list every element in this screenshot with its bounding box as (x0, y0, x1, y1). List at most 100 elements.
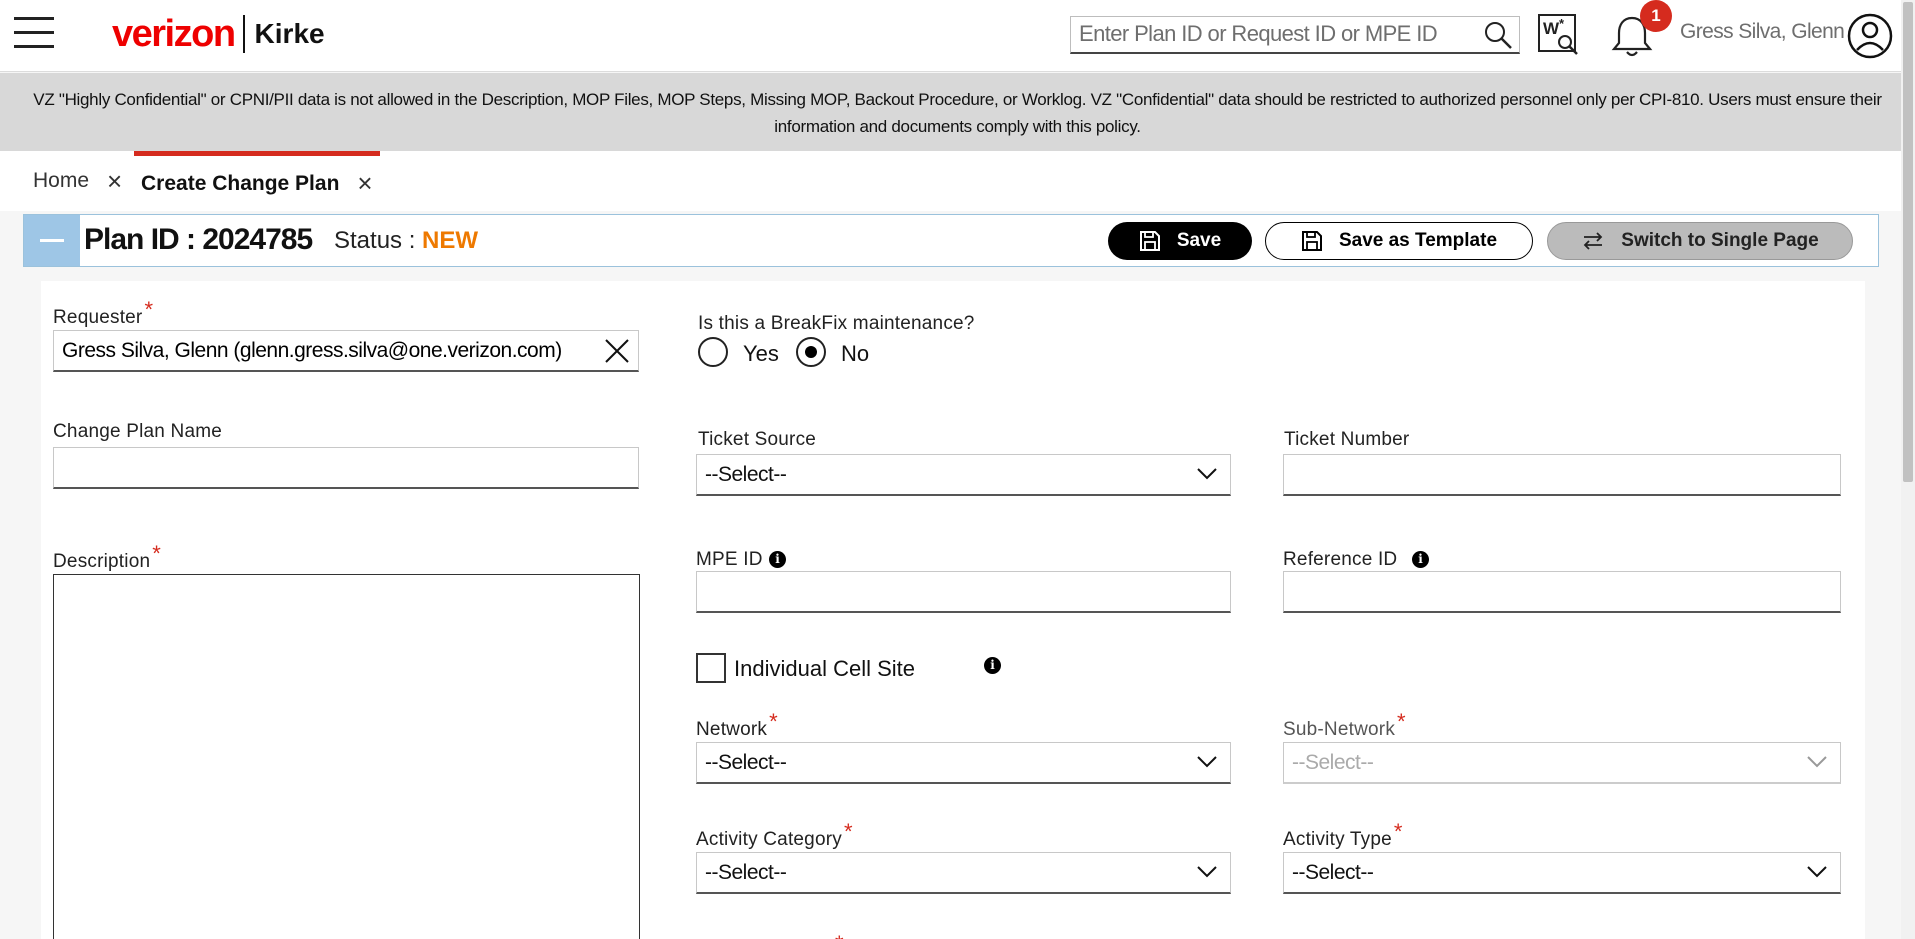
breakfix-no-radio[interactable] (796, 337, 826, 367)
scrollbar-thumb[interactable] (1903, 2, 1913, 482)
required-mark: * (843, 819, 853, 844)
tab-home[interactable]: Home × (33, 151, 122, 211)
tab-create-label: Create Change Plan (141, 171, 340, 195)
save-button[interactable]: Save (1108, 222, 1252, 260)
change-plan-name-field (53, 447, 639, 489)
description-input[interactable] (54, 575, 639, 939)
save-icon (1139, 231, 1160, 251)
user-name[interactable]: Gress Silva, Glenn (1680, 20, 1845, 44)
required-mark: * (144, 297, 154, 322)
description-label: Description* (53, 541, 161, 573)
ticket-source-value: --Select-- (705, 463, 787, 486)
wiki-search-icon[interactable]: W * (1538, 14, 1580, 56)
chevron-down-icon (1807, 756, 1827, 768)
reference-id-field (1283, 571, 1841, 613)
status-label: Status : (334, 227, 423, 254)
sub-network-label: Sub-Network* (1283, 709, 1406, 741)
policy-banner: VZ "Highly Confidential" or CPNI/PII dat… (0, 73, 1915, 151)
logo-brand: verizon (112, 12, 236, 55)
sub-network-value: --Select-- (1292, 751, 1374, 774)
requester-field (53, 330, 639, 372)
save-icon (1301, 231, 1322, 251)
ticket-source-select[interactable]: --Select-- (696, 454, 1231, 496)
logo-divider (242, 15, 245, 53)
app-header: verizon Kirke W * 1 Gress Silva, Glenn (0, 0, 1915, 72)
ticket-number-field (1283, 454, 1841, 496)
info-icon[interactable]: i (1412, 551, 1429, 568)
breakfix-yes-radio[interactable] (698, 337, 728, 367)
notification-badge: 1 (1640, 0, 1672, 32)
breakfix-label: Is this a BreakFix maintenance? (698, 313, 975, 334)
status-value: NEW (422, 227, 479, 254)
switch-label: Switch to Single Page (1621, 230, 1819, 251)
description-label-text: Description (53, 551, 151, 572)
close-icon[interactable]: × (107, 166, 122, 197)
required-mark: * (769, 709, 778, 734)
switch-to-single-page-button[interactable]: Switch to Single Page (1547, 222, 1853, 260)
chevron-down-icon (1197, 866, 1217, 878)
requester-input[interactable] (54, 331, 638, 370)
requester-label: Requester* (53, 297, 153, 329)
tab-create-change-plan[interactable]: Create Change Plan × (134, 151, 380, 211)
close-icon[interactable]: × (357, 168, 372, 199)
svg-text:*: * (1559, 16, 1565, 31)
plan-status: Status : NEW (334, 227, 478, 255)
chevron-down-icon (1197, 756, 1217, 768)
minus-icon (40, 239, 64, 242)
swap-arrows-icon (1584, 232, 1603, 250)
requester-label-text: Requester (53, 307, 143, 328)
network-select[interactable]: --Select-- (696, 742, 1231, 784)
network-label-text: Network (696, 719, 768, 740)
sub-network-label-text: Sub-Network (1283, 719, 1396, 740)
search-box (1070, 16, 1520, 54)
required-mark: * (1397, 709, 1406, 734)
chevron-down-icon (1197, 468, 1217, 480)
reference-id-label: Reference ID (1283, 549, 1398, 570)
chevron-down-icon (1807, 866, 1827, 878)
logo-product: Kirke (254, 18, 325, 49)
description-textarea[interactable] (53, 574, 640, 939)
activity-category-label-text: Activity Category (696, 829, 842, 850)
svg-text:W: W (1543, 19, 1560, 38)
required-mark: * (1393, 819, 1403, 844)
collapse-button[interactable] (24, 215, 80, 266)
reference-id-input[interactable] (1284, 572, 1840, 611)
required-mark: * (835, 931, 844, 939)
menu-icon[interactable] (14, 17, 54, 53)
breakfix-yes-label: Yes (743, 341, 779, 366)
activity-type-label: Activity Type* (1283, 819, 1403, 851)
breakfix-no-label: No (841, 341, 870, 366)
change-plan-name-label: Change Plan Name (53, 421, 223, 442)
required-mark: * (152, 541, 162, 566)
activity-category-select[interactable]: --Select-- (696, 852, 1231, 894)
ticket-number-label: Ticket Number (1284, 429, 1410, 450)
activity-category-label: Activity Category* (696, 819, 853, 851)
app-logo[interactable]: verizon Kirke (112, 12, 325, 56)
clear-icon[interactable] (602, 336, 632, 366)
individual-cell-site-checkbox[interactable] (696, 653, 726, 683)
plan-header-bar: Plan ID : 2024785 Status : NEW Save Save… (23, 214, 1879, 267)
mpe-id-input[interactable] (697, 572, 1230, 611)
mpe-id-label: MPE ID (696, 549, 763, 570)
tab-home-label: Home (33, 169, 90, 192)
user-avatar-icon[interactable] (1846, 12, 1894, 60)
plan-id: Plan ID : 2024785 (84, 223, 313, 256)
search-input[interactable] (1071, 17, 1471, 51)
activity-category-value: --Select-- (705, 861, 787, 884)
network-value: --Select-- (705, 751, 787, 774)
ticket-number-input[interactable] (1284, 455, 1840, 494)
mpe-id-field (696, 571, 1231, 613)
search-icon[interactable] (1483, 20, 1513, 50)
activity-type-select[interactable]: --Select-- (1283, 852, 1841, 894)
info-icon[interactable]: i (769, 551, 786, 568)
save-as-template-label: Save as Template (1338, 230, 1498, 251)
info-icon[interactable]: i (984, 657, 1001, 674)
change-plan-name-input[interactable] (54, 448, 638, 487)
individual-cell-site-label: Individual Cell Site (734, 656, 915, 681)
sub-network-select[interactable]: --Select-- (1283, 742, 1841, 784)
save-as-template-button[interactable]: Save as Template (1265, 222, 1533, 260)
breadcrumb-tabs: Home × Create Change Plan × (0, 151, 1915, 211)
network-label: Network* (696, 709, 778, 741)
ticket-source-label: Ticket Source (698, 429, 817, 450)
change-plan-form: Requester* Is this a BreakFix maintenanc… (41, 281, 1865, 939)
